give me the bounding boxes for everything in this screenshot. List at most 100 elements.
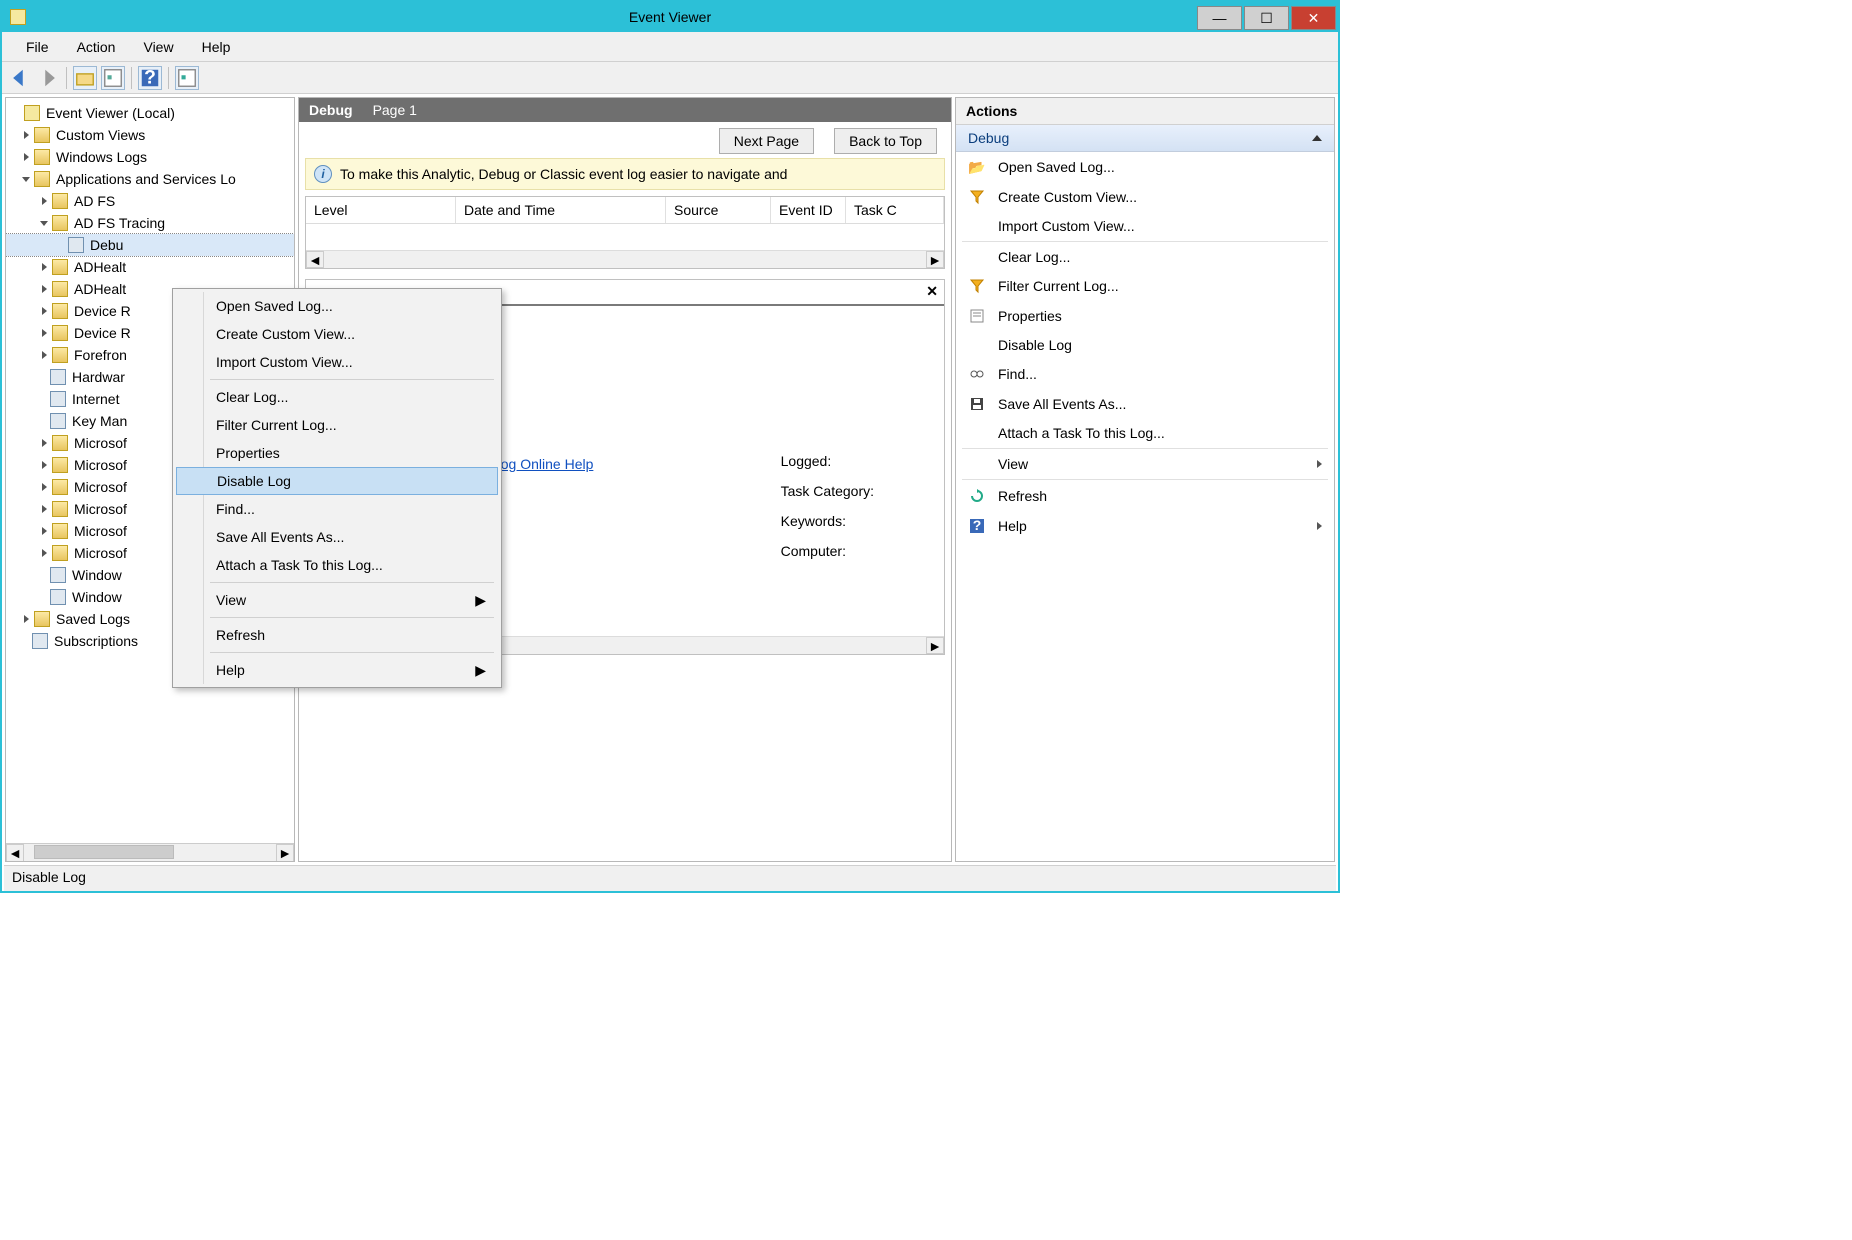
action-attach-task[interactable]: Attach a Task To this Log...: [956, 419, 1334, 447]
ctx-open-saved-log[interactable]: Open Saved Log...: [176, 292, 498, 320]
close-icon[interactable]: ✕: [926, 283, 938, 300]
expander-icon[interactable]: [38, 217, 50, 229]
tree-adfs-tracing[interactable]: AD FS Tracing: [6, 212, 294, 234]
expander-icon[interactable]: [38, 459, 50, 471]
scroll-left-icon[interactable]: ◄: [6, 844, 24, 862]
tree-custom-views[interactable]: Custom Views: [6, 124, 294, 146]
ctx-refresh[interactable]: Refresh: [176, 621, 498, 649]
filter-icon: [968, 277, 986, 295]
ctx-clear-log[interactable]: Clear Log...: [176, 383, 498, 411]
label-taskcategory: Task Category:: [781, 476, 874, 506]
action-help[interactable]: ?Help: [956, 511, 1334, 541]
col-taskc[interactable]: Task C: [846, 197, 944, 223]
action-refresh[interactable]: Refresh: [956, 481, 1334, 511]
menu-file[interactable]: File: [12, 35, 63, 59]
tree-horizontal-scrollbar[interactable]: ◄ ►: [6, 843, 294, 861]
open-log-button[interactable]: [73, 66, 97, 90]
actions-pane: Actions Debug 📂Open Saved Log... Create …: [955, 97, 1335, 862]
ctx-attach-task[interactable]: Attach a Task To this Log...: [176, 551, 498, 579]
expander-icon[interactable]: [38, 349, 50, 361]
event-grid: Level Date and Time Source Event ID Task…: [305, 196, 945, 269]
submenu-arrow-icon: [1317, 522, 1322, 530]
help-icon: ?: [968, 517, 986, 535]
expander-icon[interactable]: [20, 173, 32, 185]
ctx-disable-log[interactable]: Disable Log: [176, 467, 498, 495]
next-page-button[interactable]: Next Page: [719, 128, 814, 154]
ctx-save-all[interactable]: Save All Events As...: [176, 523, 498, 551]
scroll-right-icon[interactable]: ►: [926, 637, 944, 654]
action-open-saved-log[interactable]: 📂Open Saved Log...: [956, 152, 1334, 182]
expander-icon[interactable]: [38, 481, 50, 493]
expander-icon[interactable]: [38, 305, 50, 317]
expander-icon[interactable]: [20, 129, 32, 141]
col-level[interactable]: Level: [306, 197, 456, 223]
log-icon: [50, 589, 66, 605]
action-view[interactable]: View: [956, 450, 1334, 478]
scroll-right-icon[interactable]: ►: [276, 844, 294, 862]
expander-icon[interactable]: [38, 261, 50, 273]
ctx-separator: [210, 379, 494, 380]
scroll-thumb[interactable]: [34, 845, 174, 859]
folder-icon: [52, 325, 68, 341]
expander-icon[interactable]: [38, 327, 50, 339]
folder-icon: [34, 127, 50, 143]
tree-apps-services[interactable]: Applications and Services Lo: [6, 168, 294, 190]
action-save-all[interactable]: Save All Events As...: [956, 389, 1334, 419]
back-to-top-button[interactable]: Back to Top: [834, 128, 937, 154]
expander-icon[interactable]: [38, 437, 50, 449]
action-properties[interactable]: Properties: [956, 301, 1334, 331]
action-disable-log[interactable]: Disable Log: [956, 331, 1334, 359]
grid-scrollbar[interactable]: ◄ ►: [306, 250, 944, 268]
help-button[interactable]: ?: [138, 66, 162, 90]
tree-item[interactable]: ADHealt: [6, 256, 294, 278]
col-source[interactable]: Source: [666, 197, 771, 223]
info-icon: i: [314, 165, 332, 183]
col-eventid[interactable]: Event ID: [771, 197, 846, 223]
expander-icon[interactable]: [38, 283, 50, 295]
event-viewer-icon: [24, 105, 40, 121]
action-filter-log[interactable]: Filter Current Log...: [956, 271, 1334, 301]
back-button[interactable]: [8, 66, 32, 90]
forward-button[interactable]: [36, 66, 60, 90]
folder-icon: [52, 435, 68, 451]
subscriptions-icon: [32, 633, 48, 649]
tree-windows-logs[interactable]: Windows Logs: [6, 146, 294, 168]
scroll-left-icon[interactable]: ◄: [306, 251, 324, 268]
ctx-find[interactable]: Find...: [176, 495, 498, 523]
properties-button[interactable]: [101, 66, 125, 90]
show-pane-button[interactable]: [175, 66, 199, 90]
tree-adfs[interactable]: AD FS: [6, 190, 294, 212]
folder-icon: [52, 523, 68, 539]
action-create-custom-view[interactable]: Create Custom View...: [956, 182, 1334, 212]
folder-icon: [52, 259, 68, 275]
action-import-custom-view[interactable]: Import Custom View...: [956, 212, 1334, 240]
col-date[interactable]: Date and Time: [456, 197, 666, 223]
ctx-help[interactable]: Help▶: [176, 656, 498, 684]
ctx-create-custom-view[interactable]: Create Custom View...: [176, 320, 498, 348]
menu-action[interactable]: Action: [63, 35, 130, 59]
expander-icon[interactable]: [20, 151, 32, 163]
menu-view[interactable]: View: [129, 35, 187, 59]
collapse-icon[interactable]: [1312, 135, 1322, 141]
ctx-filter-log[interactable]: Filter Current Log...: [176, 411, 498, 439]
expander-icon[interactable]: [38, 547, 50, 559]
folder-icon: [52, 347, 68, 363]
menu-help[interactable]: Help: [188, 35, 245, 59]
label-logged: Logged:: [781, 446, 874, 476]
tree-debug[interactable]: Debu: [6, 234, 294, 256]
folder-icon: [52, 193, 68, 209]
action-find[interactable]: Find...: [956, 359, 1334, 389]
ctx-import-custom-view[interactable]: Import Custom View...: [176, 348, 498, 376]
tree-root[interactable]: Event Viewer (Local): [6, 102, 294, 124]
ctx-view[interactable]: View▶: [176, 586, 498, 614]
expander-icon[interactable]: [20, 613, 32, 625]
ctx-properties[interactable]: Properties: [176, 439, 498, 467]
ctx-separator: [210, 617, 494, 618]
scroll-right-icon[interactable]: ►: [926, 251, 944, 268]
expander-icon[interactable]: [38, 503, 50, 515]
expander-icon[interactable]: [38, 525, 50, 537]
log-icon: [50, 567, 66, 583]
expander-icon[interactable]: [38, 195, 50, 207]
actions-section[interactable]: Debug: [956, 125, 1334, 152]
action-clear-log[interactable]: Clear Log...: [956, 243, 1334, 271]
